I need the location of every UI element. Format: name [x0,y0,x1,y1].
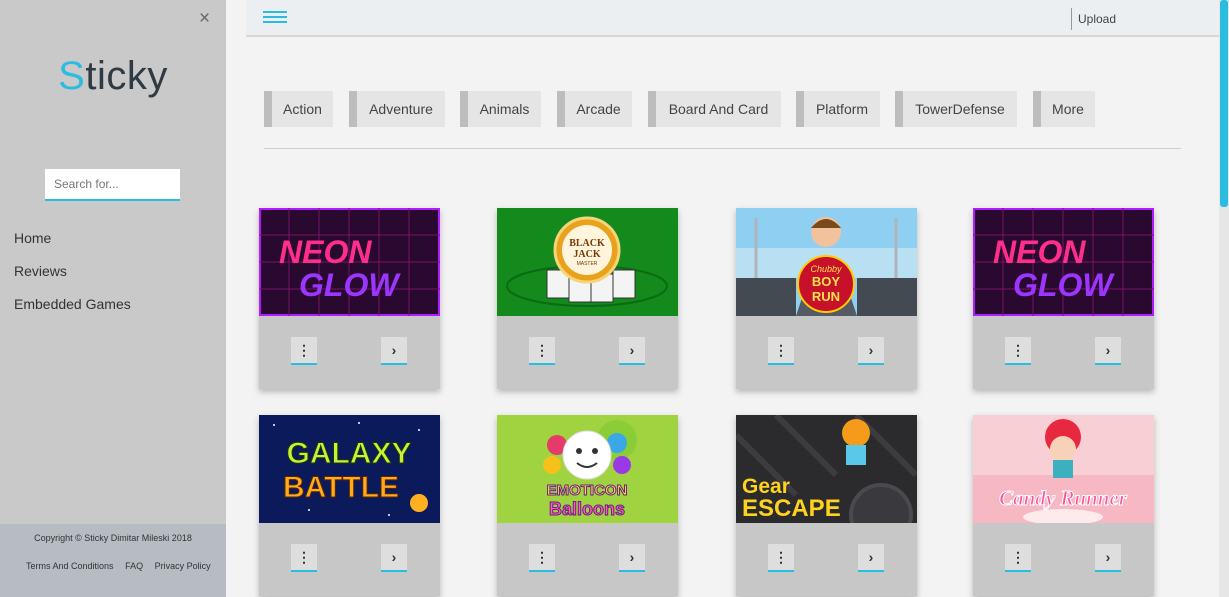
more-options-icon[interactable]: ⋮ [1005,544,1031,572]
nav-item-reviews[interactable]: Reviews [14,263,131,296]
play-arrow-icon[interactable]: › [619,337,645,365]
card-actions: ⋮ › [736,523,917,596]
game-title-line: GALAXY [286,437,411,470]
copyright-text: Copyright © Sticky Dimitar Mileski 2018 [34,533,192,543]
logo-text: ticky [85,54,168,98]
more-options-icon[interactable]: ⋮ [768,544,794,572]
game-thumbnail-gear-escape[interactable]: Gear ESCAPE [736,415,917,523]
category-animals[interactable]: Animals [460,91,541,127]
category-adventure[interactable]: Adventure [349,91,445,127]
play-arrow-icon[interactable]: › [381,337,407,365]
game-title-line: NEON [279,234,372,270]
game-title-line: BLACK [569,238,605,249]
sidebar: × Sticky Home Reviews Embedded Games Cop… [0,0,226,597]
more-options-icon[interactable]: ⋮ [529,337,555,365]
more-options-icon[interactable]: ⋮ [529,544,555,572]
top-bar: Upload [246,0,1219,37]
privacy-link[interactable]: Privacy Policy [155,561,211,571]
card-actions: ⋮ › [973,523,1154,596]
footer-links: Terms And Conditions FAQ Privacy Policy [26,561,220,571]
game-title-line: GLOW [299,267,401,303]
more-options-icon[interactable]: ⋮ [291,337,317,365]
search-input[interactable] [45,169,180,201]
more-options-icon[interactable]: ⋮ [768,337,794,365]
card-actions: ⋮ › [259,316,440,389]
game-card[interactable]: Candy Runner ⋮ › [973,415,1154,596]
game-title-line: JACK [573,249,600,260]
game-title-line: Chubby [810,264,842,274]
category-more[interactable]: More [1033,91,1095,127]
game-card[interactable]: NEON GLOW ⋮ › [259,208,440,389]
card-actions: ⋮ › [497,523,678,596]
scrollbar[interactable] [1219,0,1229,597]
divider [1071,8,1072,30]
play-arrow-icon[interactable]: › [858,337,884,365]
game-title-line: Candy Runner [999,486,1128,510]
game-thumbnail-neon-glow[interactable]: NEON GLOW [259,208,440,316]
logo[interactable]: Sticky [0,54,226,99]
hamburger-menu-icon[interactable] [263,11,287,25]
terms-link[interactable]: Terms And Conditions [26,561,114,571]
more-options-icon[interactable]: ⋮ [291,544,317,572]
game-title-line: BATTLE [283,471,399,504]
game-card[interactable]: GALAXY BATTLE ⋮ › [259,415,440,596]
card-actions: ⋮ › [736,316,917,389]
game-thumbnail-candy-runner[interactable]: Candy Runner [973,415,1154,523]
category-arcade[interactable]: Arcade [557,91,632,127]
game-title-line: Balloons [549,499,625,519]
game-card[interactable]: NEON GLOW ⋮ › [973,208,1154,389]
game-title-line: NEON [993,234,1086,270]
category-platform[interactable]: Platform [796,91,880,127]
upload-button[interactable]: Upload [1078,12,1116,26]
game-title-line: EMOTICON [547,482,628,499]
logo-accent: S [58,54,86,98]
scrollbar-thumb[interactable] [1220,0,1228,207]
sidebar-nav: Home Reviews Embedded Games [14,230,131,329]
more-options-icon[interactable]: ⋮ [1005,337,1031,365]
play-arrow-icon[interactable]: › [858,544,884,572]
game-title-line: BOY [812,274,841,289]
game-thumbnail-chubby-boy-run[interactable]: Chubby BOY RUN [736,208,917,316]
category-board-and-card[interactable]: Board And Card [648,91,781,127]
faq-link[interactable]: FAQ [125,561,143,571]
play-arrow-icon[interactable]: › [1095,337,1121,365]
game-card[interactable]: Chubby BOY RUN ⋮ › [736,208,917,389]
game-title-line: GLOW [1013,267,1115,303]
nav-item-embedded-games[interactable]: Embedded Games [14,296,131,329]
game-thumbnail-neon-glow[interactable]: NEON GLOW [973,208,1154,316]
category-towerdefense[interactable]: TowerDefense [895,91,1017,127]
game-card[interactable]: Gear ESCAPE ⋮ › [736,415,917,596]
nav-item-home[interactable]: Home [14,230,131,263]
card-actions: ⋮ › [259,523,440,596]
close-icon[interactable]: × [199,9,210,28]
game-card[interactable]: EMOTICON Balloons ⋮ › [497,415,678,596]
card-actions: ⋮ › [497,316,678,389]
sidebar-footer: Copyright © Sticky Dimitar Mileski 2018 … [0,524,226,597]
play-arrow-icon[interactable]: › [1095,544,1121,572]
play-arrow-icon[interactable]: › [381,544,407,572]
category-divider [264,148,1181,149]
game-thumbnail-emoticon-balloons[interactable]: EMOTICON Balloons [497,415,678,523]
game-thumbnail-blackjack-master[interactable]: BLACK JACK MASTER [497,208,678,316]
game-title-line: ESCAPE [742,495,841,522]
category-action[interactable]: Action [264,91,333,127]
game-title-line: RUN [812,289,840,304]
play-arrow-icon[interactable]: › [619,544,645,572]
card-actions: ⋮ › [973,316,1154,389]
game-thumbnail-galaxy-battle[interactable]: GALAXY BATTLE [259,415,440,523]
game-title-line: MASTER [577,261,598,267]
game-card[interactable]: BLACK JACK MASTER ⋮ › [497,208,678,389]
